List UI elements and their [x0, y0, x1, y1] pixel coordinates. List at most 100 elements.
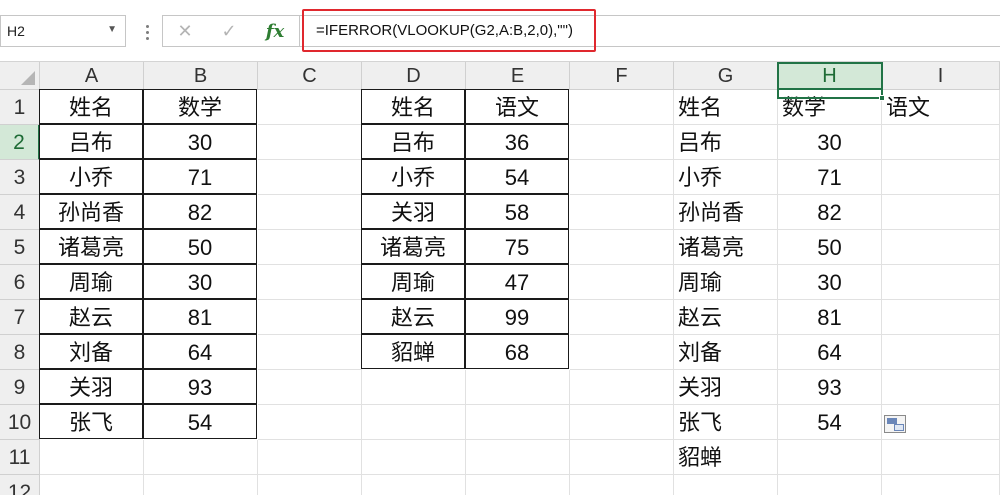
cell-A2[interactable]: 吕布: [39, 124, 143, 159]
cell-A8[interactable]: 刘备: [39, 334, 143, 369]
cell-F8[interactable]: [570, 335, 674, 370]
cell-G2[interactable]: 吕布: [674, 125, 778, 160]
cell-F2[interactable]: [570, 125, 674, 160]
cell-A4[interactable]: 孙尚香: [39, 194, 143, 229]
cell-A6[interactable]: 周瑜: [39, 264, 143, 299]
cell-H1[interactable]: 数学: [778, 90, 882, 125]
cell-B5[interactable]: 50: [143, 229, 257, 264]
cell-H4[interactable]: 82: [778, 195, 882, 230]
cell-C12[interactable]: [258, 475, 362, 495]
cell-F7[interactable]: [570, 300, 674, 335]
row-header-10[interactable]: 10: [0, 405, 40, 440]
cell-F10[interactable]: [570, 405, 674, 440]
cell-D4[interactable]: 关羽: [361, 194, 465, 229]
row-header-5[interactable]: 5: [0, 230, 40, 265]
cell-H10[interactable]: 54: [778, 405, 882, 440]
cell-E1[interactable]: 语文: [465, 89, 569, 124]
cell-D5[interactable]: 诸葛亮: [361, 229, 465, 264]
cell-E8[interactable]: 68: [465, 334, 569, 369]
row-header-1[interactable]: 1: [0, 90, 40, 125]
row-header-2[interactable]: 2: [0, 125, 40, 160]
cell-H5[interactable]: 50: [778, 230, 882, 265]
cell-D3[interactable]: 小乔: [361, 159, 465, 194]
cell-D10[interactable]: [362, 405, 466, 440]
cell-E5[interactable]: 75: [465, 229, 569, 264]
cell-D8[interactable]: 貂蝉: [361, 334, 465, 369]
cell-C11[interactable]: [258, 440, 362, 475]
cell-H3[interactable]: 71: [778, 160, 882, 195]
cancel-icon[interactable]: ✕: [165, 16, 205, 46]
cell-F1[interactable]: [570, 90, 674, 125]
cell-E11[interactable]: [466, 440, 570, 475]
column-header-C[interactable]: C: [258, 62, 362, 90]
cell-A12[interactable]: [40, 475, 144, 495]
cell-A9[interactable]: 关羽: [39, 369, 143, 404]
cell-B6[interactable]: 30: [143, 264, 257, 299]
cell-G8[interactable]: 刘备: [674, 335, 778, 370]
cell-G11[interactable]: 貂蝉: [674, 440, 778, 475]
cell-F12[interactable]: [570, 475, 674, 495]
cell-D7[interactable]: 赵云: [361, 299, 465, 334]
name-box[interactable]: H2 ▼: [0, 15, 126, 47]
cell-I5[interactable]: [882, 230, 1000, 265]
cell-H11[interactable]: [778, 440, 882, 475]
cell-A7[interactable]: 赵云: [39, 299, 143, 334]
paste-options-icon[interactable]: [884, 415, 906, 433]
cell-I6[interactable]: [882, 265, 1000, 300]
cell-G7[interactable]: 赵云: [674, 300, 778, 335]
cell-A3[interactable]: 小乔: [39, 159, 143, 194]
fx-icon[interactable]: fx: [255, 16, 295, 46]
row-header-3[interactable]: 3: [0, 160, 40, 195]
cell-A1[interactable]: 姓名: [39, 89, 143, 124]
cell-D12[interactable]: [362, 475, 466, 495]
row-header-11[interactable]: 11: [0, 440, 40, 475]
row-header-9[interactable]: 9: [0, 370, 40, 405]
cell-E10[interactable]: [466, 405, 570, 440]
column-header-F[interactable]: F: [570, 62, 674, 90]
cell-G4[interactable]: 孙尚香: [674, 195, 778, 230]
cell-E7[interactable]: 99: [465, 299, 569, 334]
cell-H7[interactable]: 81: [778, 300, 882, 335]
cell-B12[interactable]: [144, 475, 258, 495]
cell-D9[interactable]: [362, 370, 466, 405]
row-header-12[interactable]: 12: [0, 475, 40, 495]
cell-C10[interactable]: [258, 405, 362, 440]
column-header-G[interactable]: G: [674, 62, 778, 90]
cell-A11[interactable]: [40, 440, 144, 475]
enter-icon[interactable]: ✓: [209, 16, 249, 46]
cell-D2[interactable]: 吕布: [361, 124, 465, 159]
cell-I12[interactable]: [882, 475, 1000, 495]
cell-B1[interactable]: 数学: [143, 89, 257, 124]
spreadsheet-grid[interactable]: A B C D E F G H I 1 姓名 数学 姓名 语文 姓名 数学 语文 2 吕布 30 吕布 36 吕布 30 3 小乔…: [0, 62, 1000, 495]
row-header-8[interactable]: 8: [0, 335, 40, 370]
column-header-B[interactable]: B: [144, 62, 258, 90]
cell-B3[interactable]: 71: [143, 159, 257, 194]
column-header-E[interactable]: E: [466, 62, 570, 90]
select-all-button[interactable]: [0, 62, 40, 90]
cell-H12[interactable]: [778, 475, 882, 495]
cell-B10[interactable]: 54: [143, 404, 257, 439]
cell-G10[interactable]: 张飞: [674, 405, 778, 440]
cell-A5[interactable]: 诸葛亮: [39, 229, 143, 264]
cell-B9[interactable]: 93: [143, 369, 257, 404]
cell-E2[interactable]: 36: [465, 124, 569, 159]
cell-G12[interactable]: [674, 475, 778, 495]
cell-I4[interactable]: [882, 195, 1000, 230]
row-header-6[interactable]: 6: [0, 265, 40, 300]
row-header-4[interactable]: 4: [0, 195, 40, 230]
cell-I9[interactable]: [882, 370, 1000, 405]
cell-F3[interactable]: [570, 160, 674, 195]
cell-B2[interactable]: 30: [143, 124, 257, 159]
chevron-down-icon[interactable]: ▼: [107, 24, 117, 35]
column-header-I[interactable]: I: [882, 62, 1000, 90]
cell-C4[interactable]: [258, 195, 362, 230]
cell-H8[interactable]: 64: [778, 335, 882, 370]
cell-I7[interactable]: [882, 300, 1000, 335]
cell-E9[interactable]: [466, 370, 570, 405]
cell-A10[interactable]: 张飞: [39, 404, 143, 439]
cell-H9[interactable]: 93: [778, 370, 882, 405]
cell-F11[interactable]: [570, 440, 674, 475]
cell-G9[interactable]: 关羽: [674, 370, 778, 405]
cell-G6[interactable]: 周瑜: [674, 265, 778, 300]
cell-D6[interactable]: 周瑜: [361, 264, 465, 299]
